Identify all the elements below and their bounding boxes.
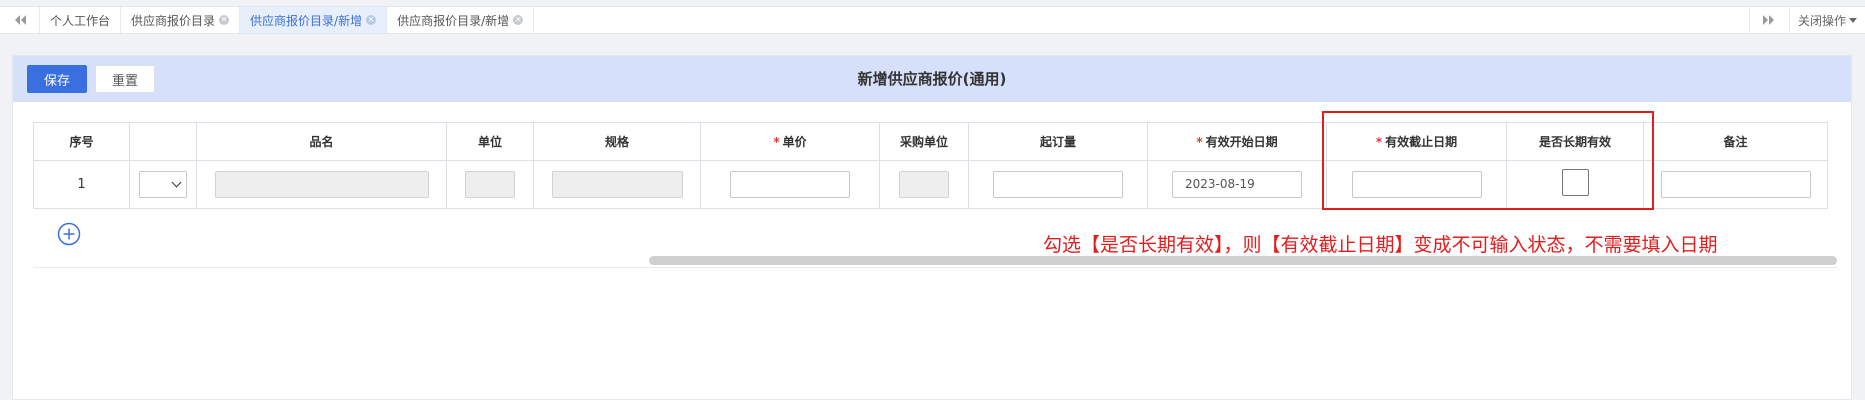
col-header-product-name: 品名 (196, 122, 447, 161)
close-icon[interactable]: × (219, 15, 230, 25)
col-header-select (129, 122, 197, 161)
tab-scroll-right-button[interactable] (1748, 7, 1789, 33)
save-button[interactable]: 保存 (27, 65, 88, 93)
chevron-down-icon (171, 177, 182, 188)
unit-field (465, 171, 515, 198)
page-title: 新增供应商报价(通用) (857, 70, 1007, 88)
col-header-index: 序号 (33, 122, 130, 161)
plus-circle-icon[interactable] (57, 222, 81, 246)
col-header-purchase-unit: 采购单位 (879, 122, 969, 161)
tab-quote-catalog-new-active[interactable]: 供应商报价目录/新增 × (240, 7, 388, 33)
col-header-remark: 备注 (1643, 122, 1828, 161)
required-marker: * (773, 135, 780, 149)
col-header-unit-price: * 单价 (700, 122, 880, 161)
caret-down-icon (1849, 17, 1857, 23)
divider (33, 267, 1837, 268)
spec-field (551, 171, 683, 198)
col-header-min-order: 起订量 (968, 122, 1148, 161)
annotation-highlight-box (1322, 111, 1654, 210)
close-icon[interactable]: × (513, 15, 524, 25)
col-header-spec: 规格 (533, 122, 701, 161)
panel-header: 保存 重置 新增供应商报价(通用) (13, 56, 1851, 102)
tab-spacer (534, 7, 1749, 33)
double-chevron-right-icon (1763, 15, 1775, 25)
required-marker: * (1196, 135, 1203, 149)
close-operations-label: 关闭操作 (1797, 13, 1846, 28)
tab-quote-catalog[interactable]: 供应商报价目录 × (121, 7, 241, 33)
form-panel: 保存 重置 新增供应商报价(通用) 序号 品名 单位 规格 * 单价 采购单位 起… (12, 55, 1852, 400)
row-index: 1 (33, 160, 130, 209)
tab-label: 供应商报价目录/新增 (397, 13, 510, 28)
double-chevron-left-icon (14, 15, 26, 25)
remark-input[interactable] (1660, 171, 1811, 198)
col-header-start-date: * 有效开始日期 (1147, 122, 1327, 161)
reset-button[interactable]: 重置 (95, 65, 156, 93)
tab-label: 个人工作台 (50, 13, 111, 28)
close-operations-dropdown[interactable]: 关闭操作 (1788, 7, 1865, 33)
close-icon[interactable]: × (366, 15, 377, 25)
product-select[interactable] (139, 171, 187, 198)
tab-quote-catalog-new[interactable]: 供应商报价目录/新增 × (387, 7, 535, 33)
tab-workbench[interactable]: 个人工作台 (40, 7, 122, 33)
unit-price-input[interactable] (730, 171, 850, 198)
min-order-input[interactable] (993, 171, 1123, 198)
tab-bar: 个人工作台 供应商报价目录 × 供应商报价目录/新增 × 供应商报价目录/新增 … (0, 6, 1865, 34)
tab-label: 供应商报价目录/新增 (250, 13, 363, 28)
col-header-unit: 单位 (446, 122, 534, 161)
start-date-input[interactable]: 2023-08-19 (1172, 171, 1302, 198)
tab-scroll-left-button[interactable] (0, 7, 40, 33)
horizontal-scrollbar[interactable] (649, 256, 1837, 265)
annotation-text: 勾选【是否长期有效】，则【有效截止日期】变成不可输入状态，不需要填入日期 (1043, 234, 1718, 256)
tab-label: 供应商报价目录 (131, 13, 216, 28)
purchase-unit-field (899, 171, 949, 198)
product-name-field (214, 171, 429, 198)
